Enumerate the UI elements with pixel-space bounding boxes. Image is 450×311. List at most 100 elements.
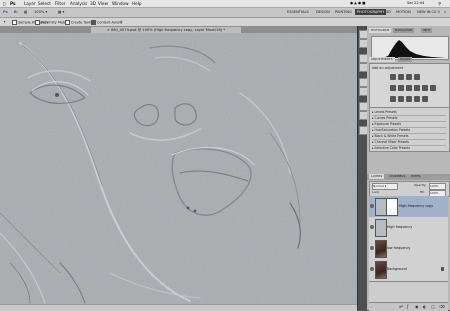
- tab-histogram[interactable]: HISTOGRAM: [369, 28, 392, 33]
- opacity-label: Opacity:: [414, 183, 427, 187]
- high-pass-image: [0, 33, 357, 305]
- gradient-map-icon[interactable]: [414, 96, 420, 102]
- preset-hue-saturation-label: Hue/Saturation Presets: [374, 128, 411, 132]
- color-balance-icon[interactable]: [406, 85, 412, 91]
- layer-name: High frequency: [387, 225, 413, 229]
- add-mask-icon[interactable]: ◉: [415, 304, 419, 309]
- proximity-match-option[interactable]: Proximity Match: [35, 20, 68, 25]
- workspace-3d[interactable]: 3D: [386, 10, 391, 14]
- application-bar: Ps Br ▦ 100% ▾ ▩ ▾ ESSENTIALS DESIGN PAI…: [0, 8, 450, 18]
- status-icons[interactable]: ● ▲ ● ■: [350, 1, 365, 5]
- mini-bridge-icon[interactable]: ▦: [24, 10, 27, 14]
- tab-adjustments[interactable]: ADJUSTMENTS: [369, 57, 395, 62]
- spot-healing-icon[interactable]: ✦: [3, 20, 6, 24]
- posterize-icon[interactable]: [398, 96, 404, 102]
- menu-bar:  Ps Layer Select Filter Analysis 3D Vie…: [0, 0, 450, 8]
- preset-selective-color-label: Selective Color Presets: [374, 146, 410, 150]
- content-aware-option[interactable]: Content-Aware: [91, 20, 122, 25]
- workspace-photography[interactable]: PHOTOGRAPHY: [355, 9, 387, 15]
- workspace-design[interactable]: DESIGN: [316, 10, 330, 14]
- sample-all-layers-checkbox[interactable]: [12, 20, 17, 25]
- blend-mode-select[interactable]: Normal ▾: [372, 183, 398, 190]
- arrange-icon[interactable]: ▩ ▾: [58, 10, 64, 14]
- menu-window[interactable]: Window: [112, 1, 129, 6]
- menubar-clock[interactable]: Sat 22:04: [407, 1, 424, 5]
- channel-mixer-icon[interactable]: [430, 85, 436, 91]
- histogram-graph: [374, 40, 446, 58]
- apple-icon[interactable]: : [3, 1, 6, 6]
- menu-layer[interactable]: Layer: [24, 1, 36, 6]
- layers-empty-area: [369, 282, 448, 302]
- photo-filter-icon[interactable]: [422, 85, 428, 91]
- workspace-essentials[interactable]: ESSENTIALS: [287, 10, 309, 14]
- layer-name: low frequency: [387, 246, 411, 250]
- menu-select[interactable]: Select: [38, 1, 51, 6]
- zoom-level-control[interactable]: 100% ▾: [34, 10, 47, 14]
- lock-label: Lock:: [372, 190, 380, 194]
- content-aware-radio[interactable]: [91, 20, 96, 25]
- preset-black-white-label: Black & White Presets: [374, 134, 409, 138]
- layer-row[interactable]: High frequency: [369, 217, 448, 239]
- layer-row[interactable]: Background: [369, 259, 448, 282]
- black-white-icon[interactable]: [414, 85, 420, 91]
- workspace-motion[interactable]: MOTION: [396, 10, 411, 14]
- threshold-icon[interactable]: [406, 96, 412, 102]
- menu-3d[interactable]: 3D: [90, 1, 96, 6]
- adjustments-heading: Add an adjustment: [372, 66, 404, 70]
- curves-icon[interactable]: [406, 74, 412, 80]
- menu-help[interactable]: Help: [132, 1, 142, 6]
- tab-channels[interactable]: CHANNELS: [387, 174, 408, 179]
- blend-mode-value: Normal: [373, 184, 384, 188]
- menu-app[interactable]: Ps: [10, 1, 16, 6]
- workspace-new-in-cs5[interactable]: NEW IN CS 5: [417, 10, 440, 14]
- more-workspaces-icon[interactable]: »: [444, 10, 446, 14]
- layer-controls: Normal ▾ Opacity: 100% Lock: Fill: 100%: [369, 181, 450, 197]
- tab-masks[interactable]: MASKS: [398, 57, 413, 62]
- document-title: IMG_0074.psd @ 100% (High frequency copy…: [111, 28, 226, 32]
- layer-row[interactable]: low frequency: [369, 238, 448, 260]
- tab-paths[interactable]: PATHS: [409, 174, 423, 179]
- layer-name: High frequency copy: [399, 204, 434, 208]
- brightness-icon[interactable]: [390, 74, 396, 80]
- selective-color-icon[interactable]: [422, 96, 428, 102]
- menu-view[interactable]: View: [98, 1, 108, 6]
- vibrance-icon[interactable]: [390, 85, 396, 91]
- tab-info[interactable]: INFO: [421, 28, 433, 33]
- visibility-eye-icon[interactable]: [370, 204, 374, 208]
- tab-navigator[interactable]: NAVIGATOR: [393, 28, 415, 33]
- spotlight-icon[interactable]: ⚲: [438, 1, 441, 6]
- workspace-painting[interactable]: PAINTING: [335, 10, 352, 14]
- proximity-match-radio[interactable]: [35, 20, 40, 25]
- link-layers-icon[interactable]: ☍: [399, 304, 403, 309]
- menu-filter[interactable]: Filter: [55, 1, 65, 6]
- visibility-eye-icon[interactable]: [370, 246, 374, 250]
- document-canvas[interactable]: [0, 33, 357, 305]
- hue-saturation-icon[interactable]: [398, 85, 404, 91]
- lock-icon: [441, 267, 444, 271]
- layer-thumbnail: [375, 219, 387, 237]
- new-adjustment-icon[interactable]: ◐: [423, 304, 427, 309]
- create-texture-radio[interactable]: [65, 20, 70, 25]
- opacity-input[interactable]: 100%: [429, 183, 446, 190]
- ps-logo-icon: Ps: [3, 10, 8, 14]
- levels-icon[interactable]: [398, 74, 404, 80]
- preset-selective-color[interactable]: ▸ Selective Color Presets: [372, 146, 446, 151]
- preset-levels-label: Levels Presets: [374, 110, 397, 114]
- fx-icon[interactable]: ƒ: [407, 304, 408, 309]
- layer-row[interactable]: High frequency copy: [369, 196, 448, 218]
- layer-thumbnail: [375, 261, 387, 279]
- pressure-icon[interactable]: ✎: [120, 20, 123, 24]
- visibility-eye-icon[interactable]: [370, 267, 374, 271]
- preset-curves-label: Curves Presets: [374, 116, 398, 120]
- visibility-eye-icon[interactable]: [370, 225, 374, 229]
- bridge-icon[interactable]: Br: [14, 10, 18, 14]
- tab-layers[interactable]: LAYERS: [369, 174, 385, 179]
- trash-icon[interactable]: ⌫: [439, 304, 445, 309]
- layers-tab-strip: LAYERS CHANNELS PATHS: [367, 174, 450, 180]
- menu-analysis[interactable]: Analysis: [70, 1, 87, 6]
- adjustments-panel: Add an adjustment: [369, 63, 450, 109]
- exposure-icon[interactable]: [414, 74, 420, 80]
- layer-mask-thumbnail[interactable]: [386, 198, 398, 216]
- new-layer-icon[interactable]: □: [431, 304, 435, 309]
- invert-icon[interactable]: [390, 96, 396, 102]
